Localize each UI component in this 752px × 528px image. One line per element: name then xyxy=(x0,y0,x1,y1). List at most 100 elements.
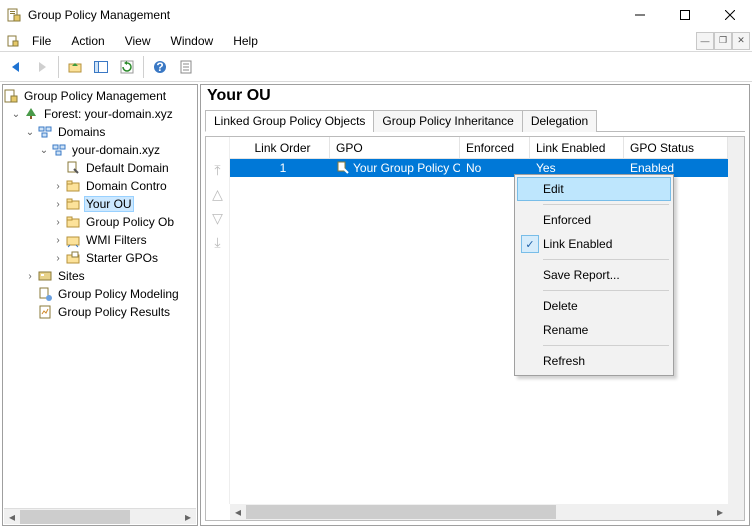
scroll-corner xyxy=(728,504,744,520)
scroll-thumb[interactable] xyxy=(20,510,130,524)
col-link-order[interactable]: Link Order xyxy=(230,137,330,159)
app-icon-small xyxy=(6,34,20,48)
console-tree[interactable]: Group Policy Management ⌄ Forest: your-do… xyxy=(2,84,198,526)
move-up-icon[interactable]: △ xyxy=(212,187,223,201)
cell-order: 1 xyxy=(230,161,330,175)
tree-wmi[interactable]: WMI Filters xyxy=(84,232,149,248)
col-link-enabled[interactable]: Link Enabled xyxy=(530,137,624,159)
tree-results[interactable]: Group Policy Results xyxy=(56,304,172,320)
ctx-rename[interactable]: Rename xyxy=(517,318,671,342)
scroll-left-icon[interactable]: ◂ xyxy=(4,510,20,524)
col-enforced[interactable]: Enforced xyxy=(460,137,530,159)
move-down-icon[interactable]: ▽ xyxy=(212,211,223,225)
tab-linked[interactable]: Linked Group Policy Objects xyxy=(205,110,374,132)
ctx-refresh[interactable]: Refresh xyxy=(517,349,671,373)
tab-inheritance[interactable]: Group Policy Inheritance xyxy=(373,110,522,132)
list-vscrollbar[interactable] xyxy=(728,137,744,504)
close-button[interactable] xyxy=(707,1,752,29)
scroll-thumb[interactable] xyxy=(246,505,556,519)
page-title: Your OU xyxy=(201,85,749,109)
starter-icon xyxy=(65,250,81,266)
menu-separator xyxy=(543,345,669,346)
gpm-icon xyxy=(3,88,19,104)
expand-icon[interactable]: › xyxy=(51,181,65,192)
child-close-button[interactable]: ✕ xyxy=(732,32,750,50)
back-button[interactable] xyxy=(4,55,28,79)
tree-your-ou[interactable]: Your OU xyxy=(84,196,134,212)
tree-modeling[interactable]: Group Policy Modeling xyxy=(56,286,181,302)
modeling-icon xyxy=(37,286,53,302)
titlebar: Group Policy Management xyxy=(0,0,752,30)
scroll-right-icon[interactable]: ▸ xyxy=(712,505,728,519)
expand-icon[interactable]: › xyxy=(23,271,37,282)
toolbar: ? xyxy=(0,52,752,82)
forward-button[interactable] xyxy=(30,55,54,79)
show-hide-tree-button[interactable] xyxy=(89,55,113,79)
tree-domains[interactable]: Domains xyxy=(56,124,107,140)
list-hscrollbar[interactable]: ◂ ▸ xyxy=(230,504,728,520)
collapse-icon[interactable]: ⌄ xyxy=(9,109,23,120)
up-folder-button[interactable] xyxy=(63,55,87,79)
child-minimize-button[interactable]: — xyxy=(696,32,714,50)
menu-separator xyxy=(543,204,669,205)
menu-action[interactable]: Action xyxy=(63,32,112,50)
list-header: Link Order GPO Enforced Link Enabled GPO… xyxy=(230,137,728,159)
ctx-link-enabled[interactable]: ✓Link Enabled xyxy=(517,232,671,256)
maximize-button[interactable] xyxy=(662,1,707,29)
cell-link-enabled: Yes xyxy=(530,161,624,175)
tree-sites[interactable]: Sites xyxy=(56,268,87,284)
tree-dc[interactable]: Domain Contro xyxy=(84,178,169,194)
svg-text:?: ? xyxy=(156,60,163,74)
gpo-link-icon xyxy=(65,160,81,176)
cell-enforced: No xyxy=(460,161,530,175)
forest-icon xyxy=(23,106,39,122)
ctx-delete[interactable]: Delete xyxy=(517,294,671,318)
properties-button[interactable] xyxy=(174,55,198,79)
tree-gpo[interactable]: Group Policy Ob xyxy=(84,214,176,230)
tabs: Linked Group Policy Objects Group Policy… xyxy=(205,109,745,132)
gpo-link-icon xyxy=(336,160,350,176)
tab-delegation[interactable]: Delegation xyxy=(522,110,597,132)
col-gpo-status[interactable]: GPO Status xyxy=(624,137,728,159)
collapse-icon[interactable]: ⌄ xyxy=(37,145,51,156)
move-top-icon[interactable]: ⤒ xyxy=(214,163,220,177)
app-icon xyxy=(6,7,22,23)
expand-icon[interactable]: › xyxy=(51,235,65,246)
menu-separator xyxy=(543,259,669,260)
menu-help[interactable]: Help xyxy=(225,32,266,50)
expand-icon[interactable]: › xyxy=(51,253,65,264)
refresh-button[interactable] xyxy=(115,55,139,79)
ctx-enforced[interactable]: Enforced xyxy=(517,208,671,232)
scroll-right-icon[interactable]: ▸ xyxy=(180,510,196,524)
ctx-edit[interactable]: Edit xyxy=(517,177,671,201)
gpo-container-icon xyxy=(65,214,81,230)
tree-hscrollbar[interactable]: ◂ ▸ xyxy=(4,508,196,524)
expand-icon[interactable]: › xyxy=(51,217,65,228)
menubar: File Action View Window Help — ❐ ✕ xyxy=(0,30,752,52)
window-title: Group Policy Management xyxy=(28,8,617,22)
tree-root[interactable]: Group Policy Management xyxy=(22,88,168,104)
check-icon: ✓ xyxy=(521,235,539,253)
expand-icon[interactable]: › xyxy=(51,199,65,210)
menu-view[interactable]: View xyxy=(117,32,159,50)
tree-domain[interactable]: your-domain.xyz xyxy=(70,142,162,158)
col-gpo[interactable]: GPO xyxy=(330,137,460,159)
menu-file[interactable]: File xyxy=(24,32,59,50)
collapse-icon[interactable]: ⌄ xyxy=(23,127,37,138)
tree-ddp[interactable]: Default Domain xyxy=(84,160,171,176)
move-bottom-icon[interactable]: ⤓ xyxy=(214,235,220,249)
ou-icon xyxy=(65,196,81,212)
scroll-left-icon[interactable]: ◂ xyxy=(230,505,246,519)
cell-status: Enabled xyxy=(624,161,728,175)
tree-forest[interactable]: Forest: your-domain.xyz xyxy=(42,106,175,122)
ctx-save-report[interactable]: Save Report... xyxy=(517,263,671,287)
tree-starter[interactable]: Starter GPOs xyxy=(84,250,160,266)
minimize-button[interactable] xyxy=(617,1,662,29)
wmi-icon xyxy=(65,232,81,248)
child-restore-button[interactable]: ❐ xyxy=(714,32,732,50)
help-button[interactable]: ? xyxy=(148,55,172,79)
menu-window[interactable]: Window xyxy=(163,32,222,50)
domains-icon xyxy=(37,124,53,140)
results-icon xyxy=(37,304,53,320)
menu-separator xyxy=(543,290,669,291)
